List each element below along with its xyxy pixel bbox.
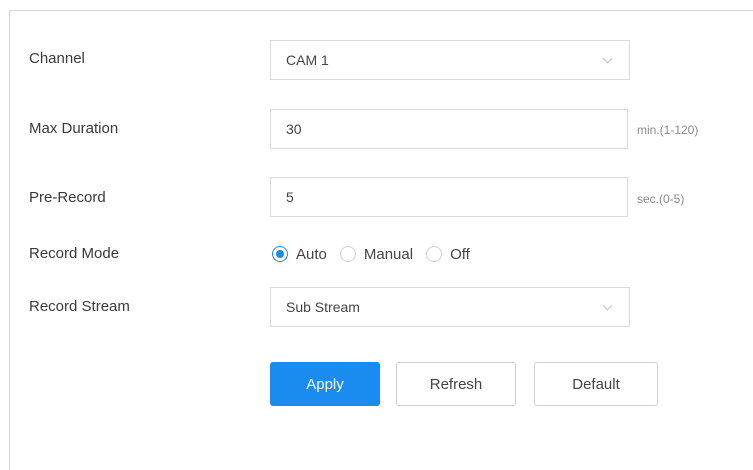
apply-button[interactable]: Apply [270,362,380,406]
record-stream-select[interactable]: Sub Stream [270,287,630,327]
max-duration-input[interactable]: 30 [270,109,628,149]
record-stream-value: Sub Stream [286,299,360,315]
radio-option-auto[interactable]: Auto [272,246,327,263]
radio-unchecked-icon [339,246,356,262]
chevron-down-icon [602,53,613,64]
max-duration-value: 30 [286,121,302,137]
refresh-button[interactable]: Refresh [396,362,516,406]
pre-record-label: Pre-Record [29,189,106,206]
record-mode-radio-group: Auto Manual Off [272,243,483,265]
max-duration-label: Max Duration [29,120,119,137]
radio-checked-icon [272,246,288,262]
radio-unchecked-icon [426,246,443,262]
radio-label-manual: Manual [363,245,414,263]
radio-option-manual[interactable]: Manual [339,245,414,263]
record-mode-label: Record Mode [29,245,120,262]
channel-label: Channel [29,50,85,67]
max-duration-hint: min.(1-120) [637,123,699,137]
pre-record-input[interactable]: 5 [270,177,628,217]
channel-value: CAM 1 [286,52,329,68]
record-stream-label: Record Stream [29,298,130,315]
channel-select[interactable]: CAM 1 [270,40,630,80]
pre-record-hint: sec.(0-5) [637,192,685,206]
pre-record-value: 5 [286,189,294,205]
chevron-down-icon [602,300,613,311]
radio-label-auto: Auto [296,245,327,263]
radio-option-off[interactable]: Off [426,246,470,263]
radio-label-off: Off [450,245,470,263]
default-button[interactable]: Default [534,362,658,406]
